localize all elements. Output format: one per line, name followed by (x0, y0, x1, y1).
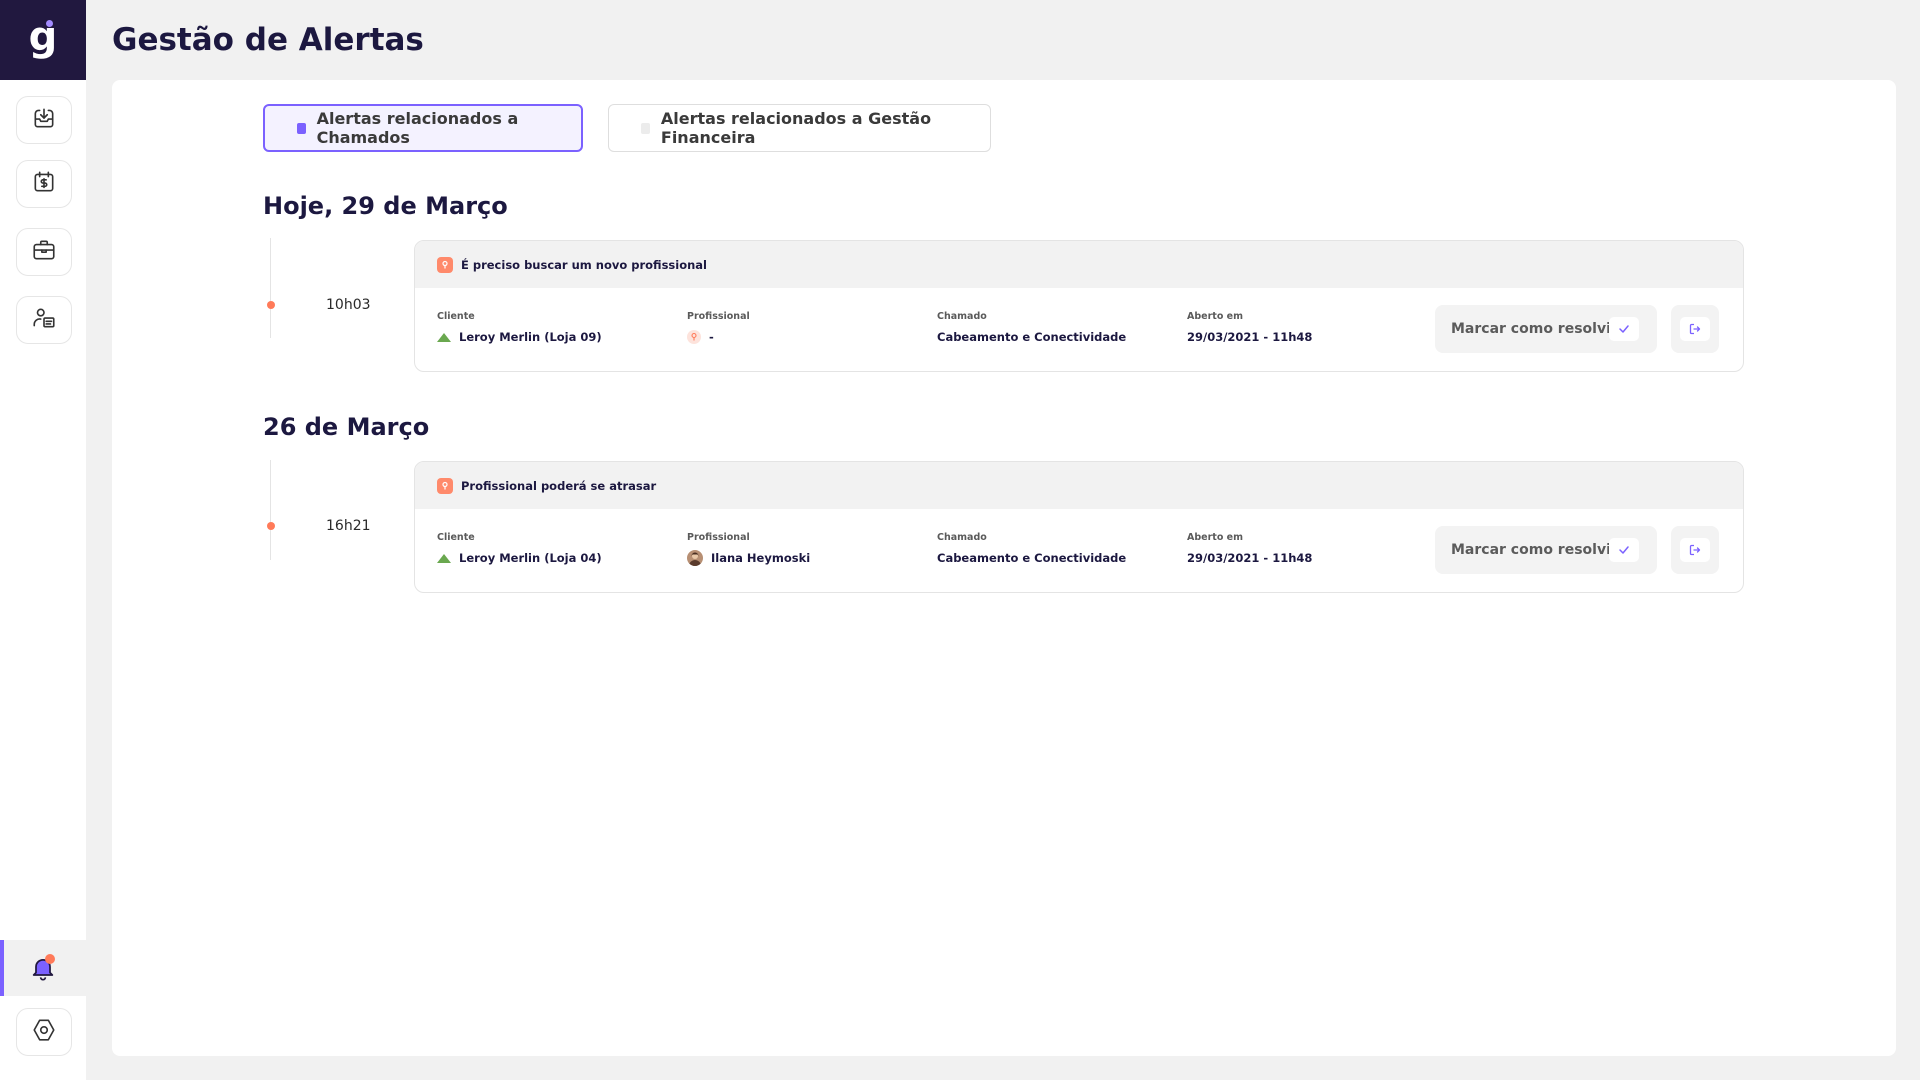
mark-resolved-label: Marcar como resolvido (1451, 321, 1631, 337)
ticket-field: Chamado Cabeamento e Conectividade (937, 311, 1126, 345)
notification-dot (45, 954, 55, 964)
opened-date: 29/03/2021 - 11h48 (1187, 551, 1313, 565)
professional-label: Profissional (687, 532, 750, 543)
ticket-name[interactable]: Cabeamento e Conectividade (937, 329, 1126, 345)
open-ticket-button[interactable] (1671, 305, 1719, 353)
client-label: Cliente (437, 532, 475, 543)
alert-time: 10h03 (326, 297, 371, 313)
professional-name[interactable]: Ilana Heymoski (711, 551, 810, 565)
finance-calendar-icon (31, 169, 57, 199)
sidebar-item-downloads[interactable] (16, 96, 72, 144)
briefcase-icon (31, 237, 57, 267)
opened-field: Aberto em 29/03/2021 - 11h48 (1187, 532, 1312, 566)
mark-resolved-button[interactable]: Marcar como resolvido (1435, 305, 1657, 353)
alert-card: É preciso buscar um novo profissional Cl… (414, 240, 1744, 372)
client-logo-icon (437, 553, 451, 563)
tab-label: Alertas relacionados a Chamados (316, 109, 519, 147)
alert-header: Profissional poderá se atrasar (415, 462, 1743, 509)
tab-chamados[interactable]: Alertas relacionados a Chamados (263, 104, 583, 152)
alert-title: É preciso buscar um novo profissional (461, 257, 707, 272)
alerts-panel: Alertas relacionados a Chamados Alertas … (112, 80, 1896, 1056)
open-external-icon (1680, 317, 1710, 341)
sidebar-item-finance[interactable] (16, 160, 72, 208)
client-field: Cliente Leroy Merlin (Loja 09) (437, 311, 602, 345)
timeline-dot (267, 522, 275, 530)
opened-label: Aberto em (1187, 532, 1243, 543)
download-tray-icon (31, 105, 57, 135)
mark-resolved-label: Marcar como resolvido (1451, 542, 1631, 558)
sidebar-item-settings[interactable] (16, 1008, 72, 1056)
ticket-label: Chamado (937, 532, 987, 543)
client-name[interactable]: Leroy Merlin (Loja 04) (459, 551, 602, 565)
professional-label: Profissional (687, 311, 750, 322)
alert-header: É preciso buscar um novo profissional (415, 241, 1743, 288)
professional-field: Profissional Ilana Heymoski (687, 532, 810, 566)
date-heading: 26 de Março (263, 413, 430, 441)
timeline-dot (267, 301, 275, 309)
tab-gestao-financeira[interactable]: Alertas relacionados a Gestão Financeira (608, 104, 991, 152)
professional-field: Profissional - (687, 311, 750, 345)
open-external-icon (1680, 538, 1710, 562)
client-label: Cliente (437, 311, 475, 322)
client-logo-icon (437, 332, 451, 342)
mark-resolved-button[interactable]: Marcar como resolvido (1435, 526, 1657, 574)
timeline-line (270, 238, 271, 338)
opened-field: Aberto em 29/03/2021 - 11h48 (1187, 311, 1312, 345)
alert-icon (437, 256, 453, 273)
logo-letter: g (28, 14, 58, 60)
client-field: Cliente Leroy Merlin (Loja 04) (437, 532, 602, 566)
sidebar: g (0, 0, 86, 1080)
open-ticket-button[interactable] (1671, 526, 1719, 574)
alert-icon (437, 477, 453, 494)
app-logo[interactable]: g (0, 0, 86, 80)
check-icon (1609, 317, 1639, 341)
tab-indicator (641, 122, 650, 134)
logo-dot (46, 20, 53, 27)
tab-label: Alertas relacionados a Gestão Financeira (660, 109, 932, 147)
active-indicator (0, 940, 4, 996)
professional-name: - (709, 330, 714, 344)
timeline-line (270, 460, 271, 560)
sidebar-item-alerts[interactable] (0, 940, 86, 996)
alert-card: Profissional poderá se atrasar Cliente L… (414, 461, 1744, 593)
opened-label: Aberto em (1187, 311, 1243, 322)
ticket-name[interactable]: Cabeamento e Conectividade (937, 550, 1126, 566)
ticket-label: Chamado (937, 311, 987, 322)
client-name[interactable]: Leroy Merlin (Loja 09) (459, 330, 602, 344)
alert-time: 16h21 (326, 518, 371, 534)
check-icon (1609, 538, 1639, 562)
user-document-icon (31, 305, 57, 335)
sidebar-item-professionals[interactable] (16, 296, 72, 344)
date-heading: Hoje, 29 de Março (263, 192, 508, 220)
ticket-field: Chamado Cabeamento e Conectividade (937, 532, 1126, 566)
settings-hexagon-icon (31, 1017, 57, 1047)
alert-title: Profissional poderá se atrasar (461, 478, 657, 493)
opened-date: 29/03/2021 - 11h48 (1187, 330, 1313, 344)
tab-indicator (297, 122, 306, 134)
missing-professional-icon (687, 330, 701, 344)
page-title: Gestão de Alertas (112, 22, 424, 58)
avatar (687, 550, 703, 566)
sidebar-item-services[interactable] (16, 228, 72, 276)
